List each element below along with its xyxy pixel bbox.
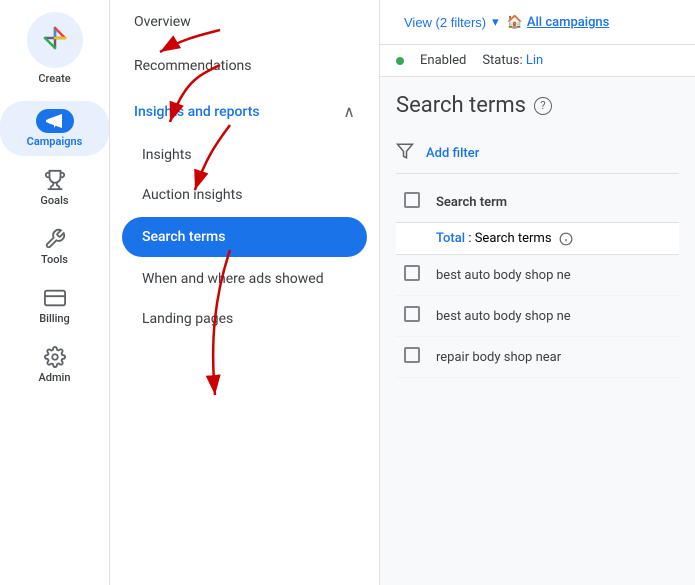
- row-text-3: repair body shop near: [428, 337, 679, 378]
- admin-icon: [43, 345, 67, 369]
- total-search-terms-value: Search terms: [475, 231, 552, 246]
- nav-sub-landing-pages[interactable]: Landing pages: [110, 299, 379, 339]
- create-label: Create: [38, 72, 70, 85]
- nav-sub-auction-insights[interactable]: Auction insights: [110, 175, 379, 215]
- nav-section-insights-reports[interactable]: Insights and reports ∧: [110, 88, 379, 135]
- nav-sub-insights[interactable]: Insights: [110, 135, 379, 175]
- status-link[interactable]: Lin: [526, 53, 543, 68]
- row-text-1: best auto body shop ne: [428, 255, 679, 296]
- tools-icon: [43, 227, 67, 251]
- table-row: repair body shop near: [396, 337, 679, 378]
- header-checkbox[interactable]: [404, 192, 420, 208]
- total-label: Total: [436, 231, 465, 246]
- search-terms-title: Search terms ?: [396, 93, 679, 118]
- search-table: Search term Total : Search terms: [396, 182, 679, 378]
- create-button[interactable]: Create: [27, 12, 83, 85]
- enabled-label: Enabled: [420, 53, 466, 68]
- nav-item-overview[interactable]: Overview: [110, 0, 379, 44]
- nav-menu: Overview Recommendations Insights and re…: [110, 0, 380, 585]
- sidebar: Create Campaigns: [0, 0, 110, 585]
- tools-label: Tools: [41, 253, 68, 266]
- add-filter-button[interactable]: Add filter: [426, 146, 479, 161]
- total-colon: :: [468, 231, 471, 246]
- view-filter-label: View (2 filters): [404, 15, 486, 30]
- chevron-up-icon: ∧: [343, 102, 355, 121]
- row-checkbox-2[interactable]: [404, 306, 420, 322]
- table-row: best auto body shop ne: [396, 296, 679, 337]
- enabled-dot: [396, 57, 404, 65]
- header-checkbox-cell: [396, 182, 428, 223]
- goals-label: Goals: [40, 194, 68, 207]
- help-icon[interactable]: ?: [534, 97, 552, 115]
- top-bar: View (2 filters) ▾ 🏠 All campaigns: [380, 0, 695, 45]
- view-filter-button[interactable]: View (2 filters) ▾: [396, 10, 507, 34]
- row-checkbox-3[interactable]: [404, 347, 420, 363]
- campaigns-icon: [36, 109, 74, 133]
- sidebar-item-goals[interactable]: Goals: [0, 160, 109, 215]
- all-campaigns-link[interactable]: All campaigns: [527, 15, 610, 30]
- row-text-2: best auto body shop ne: [428, 296, 679, 337]
- nav-sub-search-terms[interactable]: Search terms: [122, 217, 367, 257]
- create-icon: [27, 12, 83, 68]
- nav-item-recommendations[interactable]: Recommendations: [110, 44, 379, 88]
- sidebar-item-tools[interactable]: Tools: [0, 219, 109, 274]
- all-campaigns-group: 🏠 All campaigns: [507, 15, 610, 30]
- dropdown-icon: ▾: [492, 14, 499, 30]
- goals-icon: [43, 168, 67, 192]
- search-terms-section: Search terms ? Add filter: [380, 77, 695, 585]
- main-content: Overview Recommendations Insights and re…: [110, 0, 695, 585]
- sidebar-item-billing[interactable]: Billing: [0, 278, 109, 333]
- filter-icon: [396, 142, 414, 165]
- nav-sub-when-where[interactable]: When and where ads showed: [110, 259, 379, 299]
- filter-bar: Add filter: [396, 134, 679, 174]
- house-icon: 🏠: [507, 15, 523, 30]
- admin-label: Admin: [38, 371, 70, 384]
- row-checkbox-1[interactable]: [404, 265, 420, 281]
- right-panel: View (2 filters) ▾ 🏠 All campaigns Enabl…: [380, 0, 695, 585]
- campaigns-label: Campaigns: [27, 135, 83, 148]
- sidebar-item-campaigns[interactable]: Campaigns: [0, 101, 109, 156]
- status-bar: Enabled Status: Lin: [380, 45, 695, 77]
- sidebar-item-admin[interactable]: Admin: [0, 337, 109, 392]
- table-row: best auto body shop ne: [396, 255, 679, 296]
- total-row: Total : Search terms: [396, 223, 679, 255]
- billing-icon: [43, 286, 67, 310]
- billing-label: Billing: [39, 312, 70, 325]
- status-label: Status: Lin: [482, 53, 543, 68]
- total-help-icon[interactable]: [559, 231, 573, 246]
- table-header: Search term: [396, 182, 679, 223]
- column-header-search-term: Search term: [428, 182, 679, 223]
